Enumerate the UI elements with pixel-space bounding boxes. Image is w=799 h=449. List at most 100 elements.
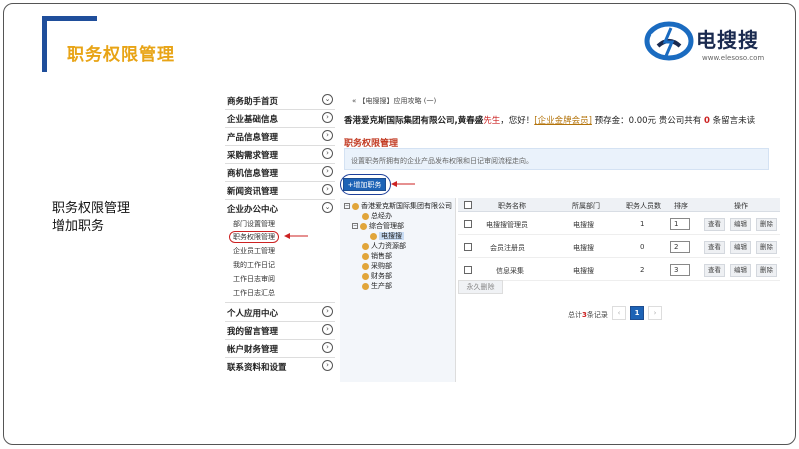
collapse-icon[interactable]: − [344,203,350,209]
permanent-delete-button[interactable]: 永久删除 [458,280,503,294]
row-checkbox[interactable] [464,243,472,251]
caption-line1: 职务权限管理 [52,201,131,216]
page-1-button[interactable]: 1 [630,306,644,320]
edit-button[interactable]: 编辑 [730,218,751,231]
annotation-arrow-red-icon [284,233,308,239]
annotation-arrow-red-icon [391,181,415,187]
description-text: 设置职务所拥有的企业产品发布权限和日记审阅流程走向。 [351,157,533,165]
chevron-right-icon: › [322,112,333,123]
tree-node[interactable]: 财务部 [362,271,392,281]
sort-input[interactable]: 1 [670,218,690,230]
member-level[interactable]: [企业金牌会员] [534,116,592,126]
header-dept: 所属部门 [572,202,600,210]
person-icon [362,252,369,260]
header-job-name: 职务名称 [498,202,526,210]
org-icon [352,202,359,210]
tree-root[interactable]: − 香港爱克斯国际集团有限公司 [344,201,452,211]
person-icon [370,232,377,240]
select-all-checkbox[interactable] [464,201,472,209]
person-icon [362,212,369,220]
highlight-oval [340,174,391,195]
prev-page-button[interactable]: ‹ [612,306,626,320]
title-bracket-vertical [42,16,47,72]
cell-job-name: 电搜搜管理员 [486,221,528,229]
screenshot: 商务助手首页 ⌄ 企业基础信息 › 产品信息管理 › 采购需求管理 › 商机信息管理 › … [222,90,787,386]
user-title: 先生 [483,116,501,126]
person-icon [362,282,369,290]
sort-input[interactable]: 3 [670,264,690,276]
view-button[interactable]: 查看 [704,264,725,277]
collapse-icon[interactable]: − [352,223,358,229]
sub-item-log-summary[interactable]: 工作日志汇总 [233,288,275,298]
edit-button[interactable]: 编辑 [730,241,751,254]
cell-count: 0 [640,243,645,251]
greeting: ，您好！ [500,116,535,126]
user-name: 黄春盛 [457,116,484,126]
slide-title: 职务权限管理 [67,45,175,65]
menu-item-personal[interactable]: 个人应用中心 › [225,304,335,320]
row-checkbox[interactable] [464,220,472,228]
deposit: 预存金：0.00元 [594,116,657,126]
tree-node-selected[interactable]: 电搜搜 [370,231,404,241]
chevron-down-icon: ⌄ [322,202,333,213]
header-count: 职务人员数 [626,202,661,210]
row-checkbox[interactable] [464,266,472,274]
sub-item-diary[interactable]: 我的工作日记 [233,260,275,270]
next-page-button[interactable]: › [648,306,662,320]
cell-count: 1 [640,220,645,228]
person-icon [360,222,367,230]
description-box: 设置职务所拥有的企业产品发布权限和日记审阅流程走向。 [344,148,769,170]
chevron-right-icon: › [322,184,333,195]
messages-post: 条留言未读 [712,116,756,126]
view-button[interactable]: 查看 [704,218,725,231]
tree-node[interactable]: − 综合管理部 [352,221,404,231]
chevron-right-icon: › [322,360,333,371]
menu-item-news[interactable]: 新闻资讯管理 › [225,182,335,198]
delete-button[interactable]: 删除 [756,241,777,254]
company-bar: 香港爱克斯国际集团有限公司,黄春盛先生，您好！[企业金牌会员] 预存金：0.00… [344,114,755,126]
menu-item-contact-settings[interactable]: 联系资料和设置 › [225,358,335,374]
person-icon [362,242,369,250]
table-row: 会员注册员 电搜搜 0 2 查看 编辑 删除 [458,236,780,258]
sub-item-job-permissions[interactable]: 职务权限管理 [229,231,279,243]
breadcrumb[interactable]: « 【电搜搜】应用攻略 (一) [352,96,436,106]
table-header: 职务名称 所属部门 职务人员数 排序 操作 [458,198,780,212]
logo-url: www.elesoso.com [702,54,765,62]
delete-button[interactable]: 删除 [756,264,777,277]
sub-item-log-review[interactable]: 工作日志审阅 [233,274,275,284]
tree-node[interactable]: 采购部 [362,261,392,271]
chevron-right-icon: › [322,324,333,335]
menu-item-home[interactable]: 商务助手首页 ⌄ [225,92,335,108]
menu-item-enterprise-info[interactable]: 企业基础信息 › [225,110,335,126]
logo-text: 电搜搜 [696,28,759,52]
view-button[interactable]: 查看 [704,241,725,254]
menu-item-opportunities[interactable]: 商机信息管理 › [225,164,335,180]
menu-item-products[interactable]: 产品信息管理 › [225,128,335,144]
header-ops: 操作 [734,202,748,210]
cell-dept: 电搜搜 [573,244,594,252]
chevron-right-icon: › [322,130,333,141]
tree-node[interactable]: 总经办 [362,211,392,221]
person-icon [362,272,369,280]
tree-node[interactable]: 生产部 [362,281,392,291]
table-row: 电搜搜管理员 电搜搜 1 1 查看 编辑 删除 [458,213,780,235]
sub-item-dept[interactable]: 部门设置管理 [233,219,275,229]
messages-count[interactable]: 0 [704,116,710,126]
cell-dept: 电搜搜 [573,221,594,229]
title-bracket-horizontal [42,16,97,21]
sort-input[interactable]: 2 [670,241,690,253]
sub-item-staff[interactable]: 企业员工管理 [233,246,275,256]
menu-item-messages[interactable]: 我的留言管理 › [225,322,335,338]
menu-item-finance[interactable]: 帐户财务管理 › [225,340,335,356]
logo-mark-icon [644,21,694,61]
menu-item-office[interactable]: 企业办公中心 ⌄ [225,200,335,216]
menu-item-purchase[interactable]: 采购需求管理 › [225,146,335,162]
edit-button[interactable]: 编辑 [730,264,751,277]
chevron-down-icon: ⌄ [322,94,333,105]
content-panel: « 【电搜搜】应用攻略 (一) 香港爱克斯国际集团有限公司,黄春盛先生，您好！[… [340,90,787,382]
tree-node[interactable]: 人力资源部 [362,241,406,251]
cell-count: 2 [640,266,645,274]
tree-node[interactable]: 销售部 [362,251,392,261]
cell-dept: 电搜搜 [573,267,594,275]
delete-button[interactable]: 删除 [756,218,777,231]
